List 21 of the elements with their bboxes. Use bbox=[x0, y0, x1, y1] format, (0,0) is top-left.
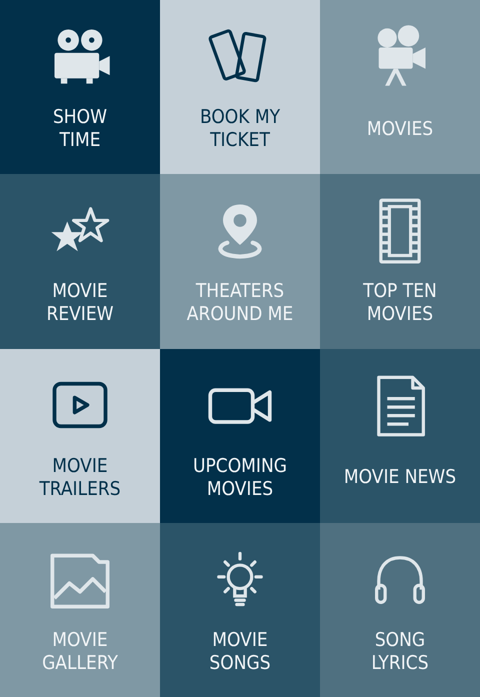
tile-label: TOP TEN MOVIES bbox=[363, 280, 437, 326]
menu-tile[interactable]: MOVIE REVIEW bbox=[0, 174, 160, 348]
menu-tile[interactable]: UPCOMING MOVIES bbox=[160, 348, 320, 523]
tile-label: THEATERS AROUND ME bbox=[186, 280, 294, 326]
tile-label: MOVIE GALLERY bbox=[42, 628, 118, 675]
menu-tile[interactable]: SONG LYRICS bbox=[320, 522, 480, 697]
menu-tile[interactable]: MOVIE SONGS bbox=[160, 522, 320, 697]
tile-label: MOVIES bbox=[366, 118, 434, 141]
tile-label: SONG LYRICS bbox=[371, 628, 429, 675]
tile-label: UPCOMING MOVIES bbox=[192, 454, 288, 501]
menu-tile[interactable]: SHOW TIME bbox=[0, 0, 160, 174]
menu-tile[interactable]: MOVIE TRAILERS bbox=[0, 348, 160, 523]
tile-label: SHOW TIME bbox=[52, 106, 108, 152]
menu-tile[interactable]: MOVIE NEWS bbox=[320, 348, 480, 523]
tile-label: MOVIE TRAILERS bbox=[39, 454, 121, 501]
menu-tile[interactable]: TOP TEN MOVIES bbox=[320, 174, 480, 348]
menu-tile[interactable]: BOOK MY TICKET bbox=[160, 0, 320, 174]
tile-label: MOVIE REVIEW bbox=[46, 280, 114, 326]
tile-label: MOVIE SONGS bbox=[209, 628, 271, 675]
tile-label: MOVIE NEWS bbox=[344, 466, 456, 490]
tile-label: BOOK MY TICKET bbox=[200, 106, 280, 152]
